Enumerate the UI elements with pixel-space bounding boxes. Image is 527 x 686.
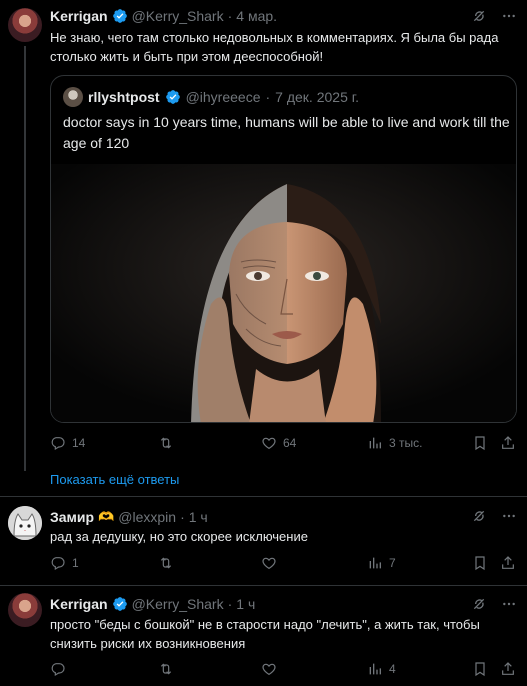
more-options-icon[interactable] [501,508,517,524]
heart-icon [261,661,277,677]
views-button[interactable]: 4 [367,661,396,677]
reply-icon [50,661,66,677]
separator-dot: · [180,509,185,525]
bookmark-icon [472,661,488,677]
quote-time: 7 дек. 2025 г. [275,89,360,105]
action-bar: 4 [50,661,518,681]
post-text: Не знаю, чего там столько недовольных в … [50,30,499,64]
post-time[interactable]: 1 ч [189,509,208,525]
views-chart-icon [367,661,383,677]
bookmark-button[interactable] [472,661,488,677]
repost-icon [158,555,174,571]
bookmark-icon [472,555,488,571]
verified-badge-icon [112,8,128,24]
reply-count: 14 [72,436,86,450]
avatar[interactable] [8,506,42,540]
post-time[interactable]: 4 мар. [236,8,277,24]
show-more-replies-link[interactable]: Показать ещё ответы [50,472,179,487]
heart-hands-emoji: 🫶 [98,509,115,524]
separator-dot: · [227,8,233,24]
repost-button[interactable] [158,555,180,571]
like-button[interactable]: 64 [261,435,296,451]
bookmark-icon [472,435,488,451]
quote-author-handle: @ihyreeece [185,89,261,105]
author-handle[interactable]: @lexxpin [118,509,176,525]
author-name[interactable]: Kerrigan [50,596,108,612]
more-options-icon[interactable] [501,596,517,612]
quote-text: doctor says in 10 years time, humans wil… [63,114,510,151]
share-icon [500,661,516,677]
post-kerrigan-reply[interactable]: Kerrigan @Kerry_Shark · 1 ч просто "беды… [0,586,527,686]
like-button[interactable] [261,555,283,571]
views-chart-icon [367,555,383,571]
reply-icon [50,435,66,451]
avatar[interactable] [8,593,42,627]
separator-dot: · [265,89,271,105]
views-chart-icon [367,435,383,451]
grok-icon[interactable] [471,508,487,524]
post-zamir-reply[interactable]: Замир 🫶 @lexxpin · 1 ч рад за дедушку, н… [0,497,527,585]
share-icon [500,435,516,451]
post-time[interactable]: 1 ч [236,596,255,612]
bookmark-button[interactable] [472,435,488,451]
avatar[interactable] [8,8,42,42]
repost-icon [158,661,174,677]
share-icon [500,555,516,571]
quote-image[interactable] [51,164,516,422]
cat-avatar-icon [8,506,42,540]
quote-avatar [63,87,83,107]
views-count: 3 тыс. [389,436,423,450]
post-text: рад за дедушку, но это скорее исключение [50,529,308,544]
reply-icon [50,555,66,571]
quoted-post[interactable]: rllyshtpost @ihyreeece · 7 дек. 2025 г. … [50,75,517,423]
quote-author-name: rllyshtpost [88,89,160,105]
reply-button[interactable]: 1 [50,555,79,571]
views-count: 4 [389,662,396,676]
share-button[interactable] [500,661,516,677]
author-name[interactable]: Kerrigan [50,8,108,24]
action-bar: 1 7 [50,555,518,575]
bookmark-button[interactable] [472,555,488,571]
thread-line [24,46,26,471]
more-options-icon[interactable] [501,8,517,24]
author-name[interactable]: Замир [50,509,94,525]
grok-icon[interactable] [471,8,487,24]
repost-icon [158,435,174,451]
share-button[interactable] [500,555,516,571]
heart-icon [261,435,277,451]
verified-badge-icon [112,596,128,612]
author-handle[interactable]: @Kerry_Shark [132,8,224,24]
reply-button[interactable] [50,661,72,677]
repost-button[interactable] [158,661,180,677]
post-text: просто "беды с бошкой" не в старости над… [50,617,480,651]
face-aging-image [51,164,516,422]
author-handle[interactable]: @Kerry_Shark [132,596,224,612]
grok-icon[interactable] [471,596,487,612]
views-button[interactable]: 7 [367,555,396,571]
views-button[interactable]: 3 тыс. [367,435,422,451]
action-bar: 14 64 3 тыс. [50,435,518,455]
separator-dot: · [227,596,233,612]
verified-badge-icon [165,89,181,105]
repost-button[interactable] [158,435,180,451]
share-button[interactable] [500,435,516,451]
like-button[interactable] [261,661,283,677]
post-kerrigan-main[interactable]: Kerrigan @Kerry_Shark · 4 мар. Не знаю, … [0,0,527,471]
heart-icon [261,555,277,571]
views-count: 7 [389,556,396,570]
reply-count: 1 [72,556,79,570]
reply-button[interactable]: 14 [50,435,85,451]
like-count: 64 [283,436,297,450]
